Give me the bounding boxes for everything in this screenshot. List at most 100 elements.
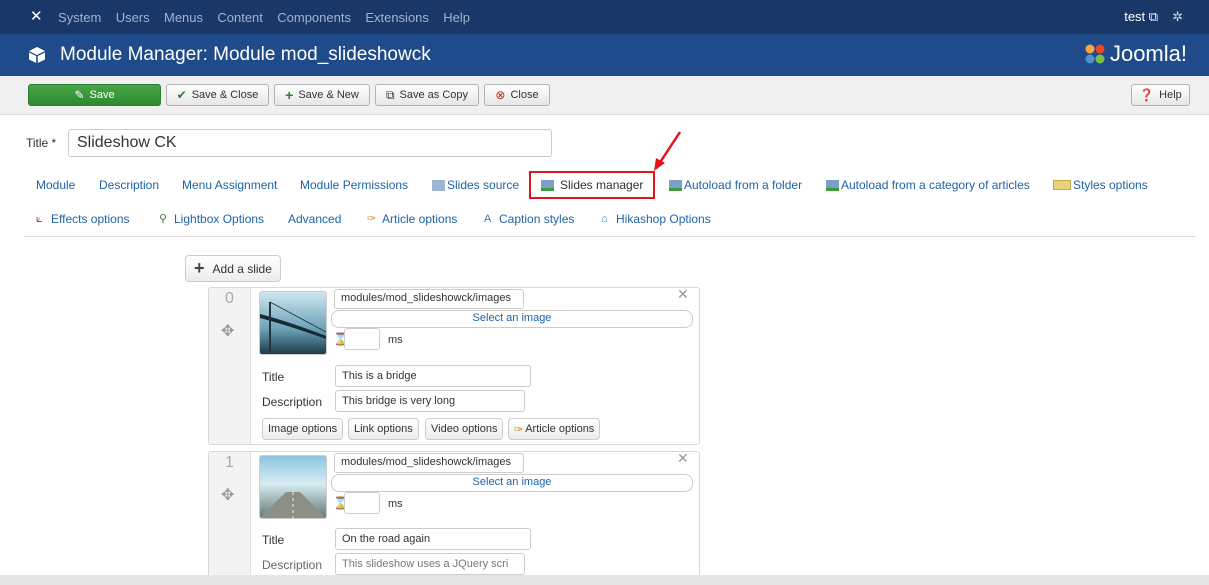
slide-index: 0 — [225, 290, 234, 307]
title-input[interactable]: Slideshow CK — [68, 129, 552, 157]
slide-index: 1 — [225, 454, 234, 471]
menu-components[interactable]: Components — [277, 10, 351, 25]
tab-styles-options-label: Styles options — [1073, 178, 1148, 192]
video-options-button[interactable]: Video options — [425, 418, 504, 440]
save-close-button[interactable]: ✔ Save & Close — [166, 84, 269, 106]
menu-extensions[interactable]: Extensions — [365, 10, 429, 25]
tab-menu-assignment[interactable]: Menu Assignment — [182, 178, 277, 192]
image-path-input[interactable]: modules/mod_slideshowck/images — [334, 453, 524, 473]
lightbox-icon: ⚲ — [159, 212, 168, 225]
slide-thumbnail — [259, 291, 327, 355]
move-icon[interactable]: ✥ — [221, 321, 234, 341]
delete-slide-icon[interactable]: ✕ — [677, 450, 689, 467]
styles-icon — [1053, 180, 1071, 190]
slide-thumbnail — [259, 455, 327, 519]
select-image-button[interactable]: Select an image — [331, 474, 693, 492]
tab-autoload-folder[interactable]: Autoload from a folder — [669, 178, 802, 192]
tab-slides-source[interactable]: Slides source — [432, 178, 519, 192]
save-label: Save — [89, 89, 115, 101]
main-menu: System Users Menus Content Components Ex… — [58, 10, 481, 25]
menu-help[interactable]: Help — [443, 10, 470, 25]
slides-manager-icon — [541, 179, 554, 191]
image-path-input[interactable]: modules/mod_slideshowck/images — [334, 289, 524, 309]
slide-item: 1 ✥ modules/mod_slideshowck/images Selec… — [208, 450, 700, 579]
tab-autoload-folder-label: Autoload from a folder — [684, 178, 803, 192]
image-options-button[interactable]: Image options — [262, 418, 344, 440]
tab-advanced[interactable]: Advanced — [288, 212, 341, 226]
tab-effects-options[interactable]: ⟀ Effects options — [36, 212, 130, 226]
save-copy-button[interactable]: ⧉ Save as Copy — [375, 84, 479, 106]
tab-autoload-category-label: Autoload from a category of articles — [841, 178, 1030, 192]
menu-users[interactable]: Users — [116, 10, 150, 25]
plus-icon: + — [285, 87, 294, 103]
save-new-label: Save & New — [298, 89, 359, 101]
duration-input[interactable] — [344, 492, 380, 514]
tab-caption-styles-label: Caption styles — [499, 212, 575, 226]
tab-module-permissions[interactable]: Module Permissions — [300, 178, 408, 192]
slide-item: 0 ✥ modules/mod_slideshowck/images Selec… — [208, 286, 700, 445]
save-new-button[interactable]: + Save & New — [274, 84, 370, 106]
close-button[interactable]: ⊗ Close — [484, 84, 550, 106]
tab-slides-manager[interactable]: Slides manager — [529, 171, 656, 199]
external-link-icon: ⧉ — [1148, 9, 1159, 24]
tab-module[interactable]: Module — [36, 178, 75, 192]
article-options-button[interactable]: ✑ Article options — [508, 418, 601, 440]
gear-icon[interactable]: ✲ — [1172, 9, 1183, 25]
slide-title-input[interactable]: This is a bridge — [335, 365, 531, 387]
hikashop-icon: ⌂ — [601, 212, 608, 225]
tab-caption-styles[interactable]: A Caption styles — [484, 212, 574, 226]
close-label: Close — [510, 89, 539, 101]
title-label: Title — [262, 533, 285, 547]
topbar-right: test ⧉ ✲ — [1124, 0, 1183, 34]
site-link[interactable]: test ⧉ — [1124, 9, 1158, 25]
help-button[interactable]: ❓ Help — [1131, 84, 1190, 106]
menu-content[interactable]: Content — [217, 10, 263, 25]
slide-description-input[interactable]: This slideshow uses a JQuery scri — [335, 553, 525, 575]
save-button[interactable]: ✎ Save — [28, 84, 161, 106]
select-image-button[interactable]: Select an image — [331, 310, 693, 328]
page-header: Module Manager: Module mod_slideshowck J… — [0, 34, 1209, 76]
tab-article-options[interactable]: ✑ Article options — [367, 212, 457, 226]
toolbar: ✎ Save ✔ Save & Close + Save & New ⧉ Save as… — [0, 76, 1209, 115]
menu-system[interactable]: System — [58, 10, 101, 25]
delete-slide-icon[interactable]: ✕ — [677, 286, 689, 303]
slides-source-icon — [432, 179, 445, 191]
tab-description[interactable]: Description — [99, 178, 159, 192]
copy-icon: ⧉ — [385, 87, 395, 102]
joomla-icon[interactable]: ✕ — [30, 9, 46, 25]
tab-lightbox-options-label: Lightbox Options — [174, 212, 265, 226]
page-title: Module Manager: Module mod_slideshowck — [60, 44, 431, 65]
article-icon: ✑ — [514, 423, 524, 436]
slide-description-input[interactable]: This bridge is very long — [335, 390, 525, 412]
tab-hikashop-options[interactable]: ⌂ Hikashop Options — [601, 212, 711, 226]
add-slide-button[interactable]: + Add a slide — [185, 255, 281, 282]
save-copy-label: Save as Copy — [399, 89, 469, 101]
joomla-logo-text: Joomla! — [1109, 41, 1187, 66]
tab-hikashop-options-label: Hikashop Options — [616, 212, 711, 226]
joomla-logo-icon — [1085, 44, 1105, 64]
menu-menus[interactable]: Menus — [164, 10, 203, 25]
slide-handle[interactable]: 1 ✥ — [209, 452, 251, 578]
tab-styles-options[interactable]: Styles options — [1053, 178, 1148, 192]
edit-icon: ✎ — [74, 88, 85, 102]
save-close-label: Save & Close — [191, 89, 259, 101]
cancel-icon: ⊗ — [495, 88, 506, 102]
ms-label: ms — [388, 498, 403, 510]
slide-handle[interactable]: 0 ✥ — [209, 288, 251, 444]
tab-autoload-category[interactable]: Autoload from a category of articles — [826, 178, 1030, 192]
move-icon[interactable]: ✥ — [221, 485, 234, 505]
tabs-divider — [24, 236, 1196, 237]
description-label: Description — [262, 395, 323, 409]
user-name: test — [1124, 9, 1146, 24]
title-label: Title — [262, 370, 285, 384]
help-label: Help — [1159, 89, 1182, 101]
link-options-button[interactable]: Link options — [348, 418, 419, 440]
duration-input[interactable] — [344, 328, 380, 350]
tab-effects-options-label: Effects options — [51, 212, 130, 226]
add-slide-label: Add a slide — [212, 261, 272, 276]
article-icon: ✑ — [367, 212, 377, 225]
slide-title-input[interactable]: On the road again — [335, 528, 531, 550]
tab-slides-source-label: Slides source — [447, 178, 520, 192]
tab-lightbox-options[interactable]: ⚲ Lightbox Options — [159, 212, 264, 226]
help-icon: ❓ — [1139, 88, 1155, 102]
